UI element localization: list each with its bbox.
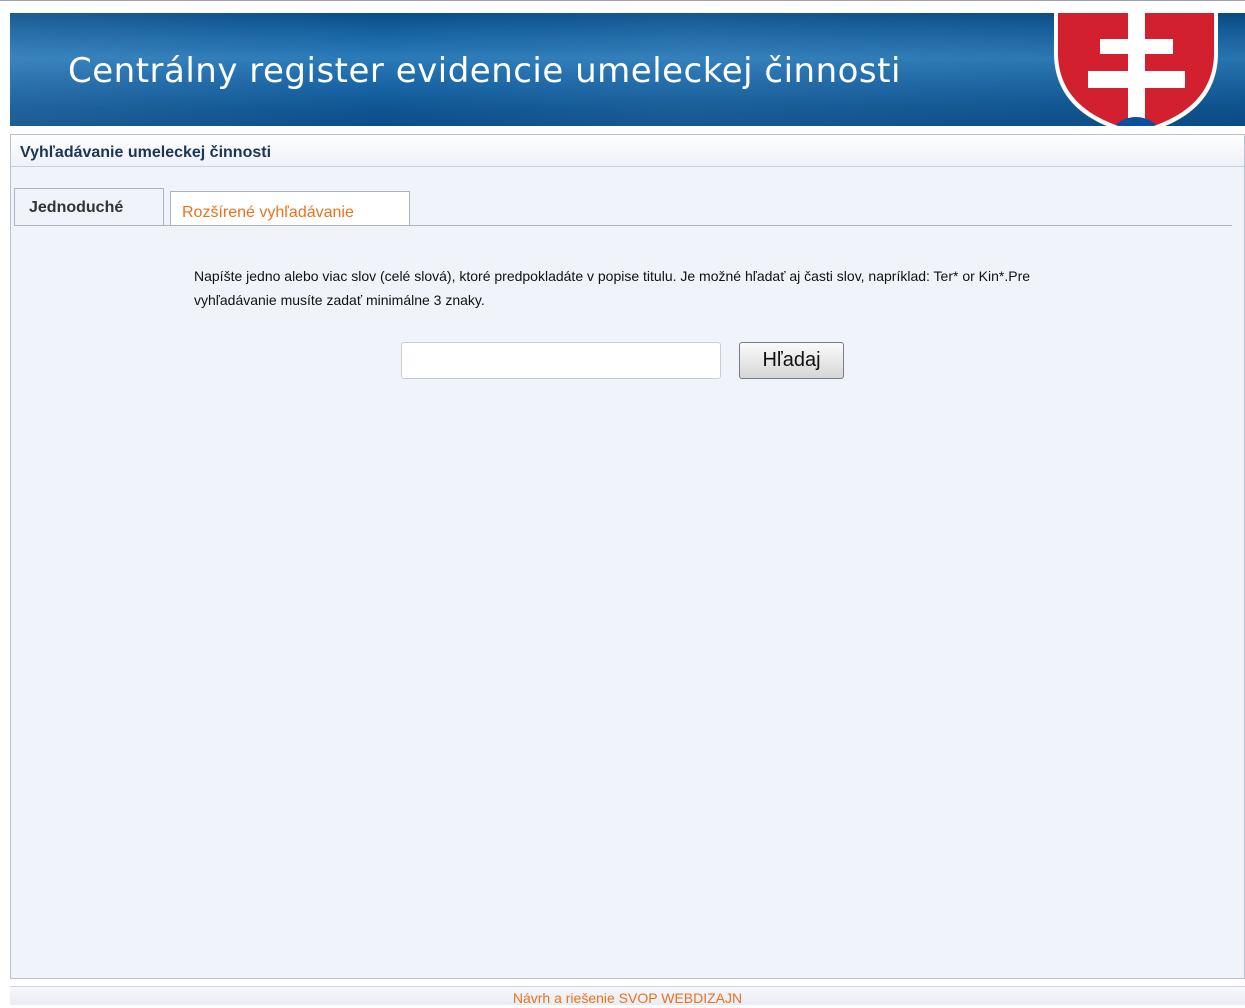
tab-advanced-search-label: Rozšírené vyhľadávanie bbox=[182, 204, 354, 221]
site-title: Centrálny register evidencie umeleckej č… bbox=[68, 51, 901, 91]
footer: Návrh a riešenie SVOP WEBDIZAJN bbox=[10, 986, 1245, 1006]
tab-simple-search-label: Jednoduché bbox=[29, 199, 124, 216]
coat-of-arms-icon bbox=[1054, 13, 1218, 126]
tab-advanced-search[interactable]: Rozšírené vyhľadávanie bbox=[170, 191, 410, 226]
tabs-divider bbox=[14, 225, 1232, 226]
search-input[interactable] bbox=[401, 342, 721, 379]
search-button[interactable]: Hľadaj bbox=[739, 342, 844, 379]
tab-simple-search[interactable]: Jednoduché bbox=[14, 188, 164, 226]
search-instructions: Napíšte jedno alebo viac slov (celé slov… bbox=[194, 268, 1031, 308]
section-title: Vyhľadávanie umeleckej činnosti bbox=[20, 144, 272, 161]
page: Centrálny register evidencie umeleckej č… bbox=[0, 0, 1245, 1006]
section-header: Vyhľadávanie umeleckej činnosti bbox=[11, 135, 1244, 167]
search-panel: Vyhľadávanie umeleckej činnosti Jednoduc… bbox=[10, 134, 1245, 979]
header-banner: Centrálny register evidencie umeleckej č… bbox=[10, 13, 1245, 126]
